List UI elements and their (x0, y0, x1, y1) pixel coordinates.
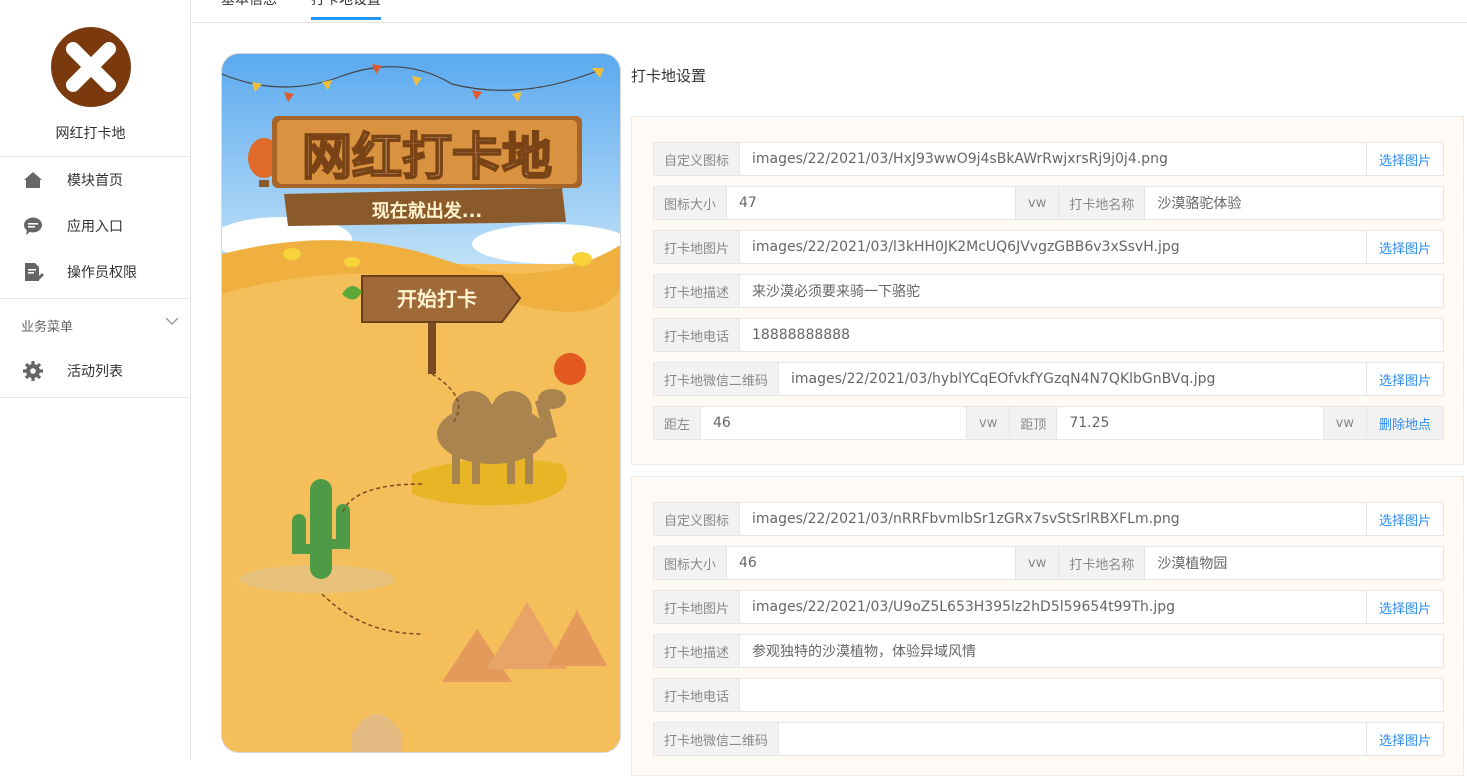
tab-checkin-settings[interactable]: 打卡地设置 (311, 0, 381, 20)
poster-sign-label: 开始打卡 (397, 287, 477, 311)
spot-phone-input[interactable] (740, 679, 1443, 711)
tab-bar: 基本信息 打卡地设置 (191, 0, 1467, 23)
icon-size-unit: vw (1015, 547, 1060, 579)
spot-phone-label: 打卡地电话 (654, 679, 741, 711)
choose-qr-image-button[interactable]: 选择图片 (1365, 723, 1443, 755)
position-row: 距左 46 vw 距顶 71.25 vw 删除地点 (653, 406, 1444, 440)
left-unit: vw (966, 407, 1011, 439)
poster-preview: 网红打卡地 现在就出发... 开始打卡 (221, 53, 621, 753)
tab-basic-info[interactable]: 基本信息 (221, 0, 277, 20)
icon-size-unit: vw (1015, 187, 1060, 219)
panel-title: 打卡地设置 (631, 67, 707, 85)
poster-title: 网红打卡地 (302, 128, 552, 186)
spot-desc-label: 打卡地描述 (654, 275, 741, 307)
top-unit: vw (1322, 407, 1366, 439)
spot-phone-row: 打卡地电话 18888888888 (653, 318, 1444, 352)
spot-desc-label: 打卡地描述 (654, 635, 741, 667)
spot-image-row: 打卡地图片 images/22/2021/03/U9oZ5L653H395lz2… (653, 590, 1444, 624)
spot-desc-row: 打卡地描述 来沙漠必须要来骑一下骆驼 (653, 274, 1444, 308)
spot-desc-input[interactable]: 来沙漠必须要来骑一下骆驼 (740, 275, 1443, 307)
spot-image-input[interactable]: images/22/2021/03/U9oZ5L653H395lz2hD5l59… (740, 591, 1366, 623)
spot-qr-label: 打卡地微信二维码 (654, 723, 780, 755)
spot-qr-label: 打卡地微信二维码 (654, 363, 780, 395)
app-logo-icon (51, 27, 131, 107)
sidebar-divider (0, 397, 190, 398)
spot-phone-label: 打卡地电话 (654, 319, 741, 351)
sidebar-section-label: 业务菜单 (21, 320, 74, 335)
spot-qr-row: 打卡地微信二维码 选择图片 (653, 722, 1444, 756)
spot-name-input[interactable]: 沙漠骆驼体验 (1145, 187, 1443, 219)
chat-icon (24, 217, 42, 235)
spot-card-1: 自定义图标 images/22/2021/03/HxJ93wwO9j4sBkAW… (631, 116, 1464, 465)
sidebar-item-label: 操作员权限 (67, 265, 137, 281)
spot-desc-input[interactable]: 参观独特的沙漠植物，体验异域风情 (740, 635, 1443, 667)
icon-size-row: 图标大小 47 vw 打卡地名称 沙漠骆驼体验 (653, 186, 1444, 220)
custom-icon-label: 自定义图标 (654, 143, 741, 175)
sidebar-item-operator-permissions[interactable]: 操作员权限 (0, 249, 190, 295)
sidebar-item-activity-list[interactable]: 活动列表 (0, 348, 190, 394)
custom-icon-row: 自定义图标 images/22/2021/03/HxJ93wwO9j4sBkAW… (653, 142, 1444, 176)
sidebar-item-app-entry[interactable]: 应用入口 (0, 203, 190, 249)
spot-phone-row: 打卡地电话 (653, 678, 1444, 712)
chevron-down-icon (165, 317, 179, 325)
top-label: 距顶 (1010, 407, 1058, 439)
poster-subtitle: 现在就出发... (372, 200, 483, 222)
icon-size-label: 图标大小 (654, 547, 728, 579)
custom-icon-row: 自定义图标 images/22/2021/03/nRRFbvmlbSr1zGRx… (653, 502, 1444, 536)
left-label: 距左 (654, 407, 702, 439)
choose-icon-image-button[interactable]: 选择图片 (1365, 503, 1443, 535)
spot-name-label: 打卡地名称 (1059, 547, 1146, 579)
choose-icon-image-button[interactable]: 选择图片 (1365, 143, 1443, 175)
top-input[interactable]: 71.25 (1057, 407, 1322, 439)
icon-size-label: 图标大小 (654, 187, 728, 219)
home-icon (24, 172, 42, 188)
choose-spot-image-button[interactable]: 选择图片 (1365, 591, 1443, 623)
spot-phone-input[interactable]: 18888888888 (740, 319, 1443, 351)
sidebar-item-module-home[interactable]: 模块首页 (0, 157, 190, 203)
choose-spot-image-button[interactable]: 选择图片 (1365, 231, 1443, 263)
sidebar-item-label: 模块首页 (67, 173, 123, 189)
custom-icon-label: 自定义图标 (654, 503, 741, 535)
app-name: 网红打卡地 (55, 126, 126, 142)
spot-name-input[interactable]: 沙漠植物园 (1145, 547, 1443, 579)
spot-image-input[interactable]: images/22/2021/03/l3kHH0JK2McUQ6JVvgzGBB… (740, 231, 1366, 263)
custom-icon-input[interactable]: images/22/2021/03/nRRFbvmlbSr1zGRx7svStS… (740, 503, 1366, 535)
spot-card-2: 自定义图标 images/22/2021/03/nRRFbvmlbSr1zGRx… (631, 476, 1464, 776)
sidebar-item-label: 活动列表 (67, 364, 123, 380)
spot-qr-row: 打卡地微信二维码 images/22/2021/03/hyblYCqEOfvkf… (653, 362, 1444, 396)
spot-image-label: 打卡地图片 (654, 591, 741, 623)
choose-qr-image-button[interactable]: 选择图片 (1365, 363, 1443, 395)
spot-name-label: 打卡地名称 (1059, 187, 1146, 219)
sidebar-section-business-menu[interactable]: 业务菜单 (0, 298, 190, 348)
icon-size-row: 图标大小 46 vw 打卡地名称 沙漠植物园 (653, 546, 1444, 580)
delete-spot-button[interactable]: 删除地点 (1365, 407, 1443, 439)
spot-qr-input[interactable] (779, 723, 1366, 755)
spot-desc-row: 打卡地描述 参观独特的沙漠植物，体验异域风情 (653, 634, 1444, 668)
spot-image-row: 打卡地图片 images/22/2021/03/l3kHH0JK2McUQ6JV… (653, 230, 1444, 264)
spot-image-label: 打卡地图片 (654, 231, 741, 263)
sidebar: 网红打卡地 模块首页 应用入口 操作员权限 业务菜单 活动列表 (0, 0, 191, 760)
gear-icon (23, 361, 43, 381)
sidebar-item-label: 应用入口 (67, 219, 123, 235)
left-input[interactable]: 46 (701, 407, 966, 439)
icon-size-input[interactable]: 46 (727, 547, 1015, 579)
document-edit-icon (25, 263, 44, 281)
icon-size-input[interactable]: 47 (727, 187, 1015, 219)
custom-icon-input[interactable]: images/22/2021/03/HxJ93wwO9j4sBkAWrRwjxr… (740, 143, 1366, 175)
spot-qr-input[interactable]: images/22/2021/03/hyblYCqEOfvkfYGzqN4N7Q… (779, 363, 1366, 395)
